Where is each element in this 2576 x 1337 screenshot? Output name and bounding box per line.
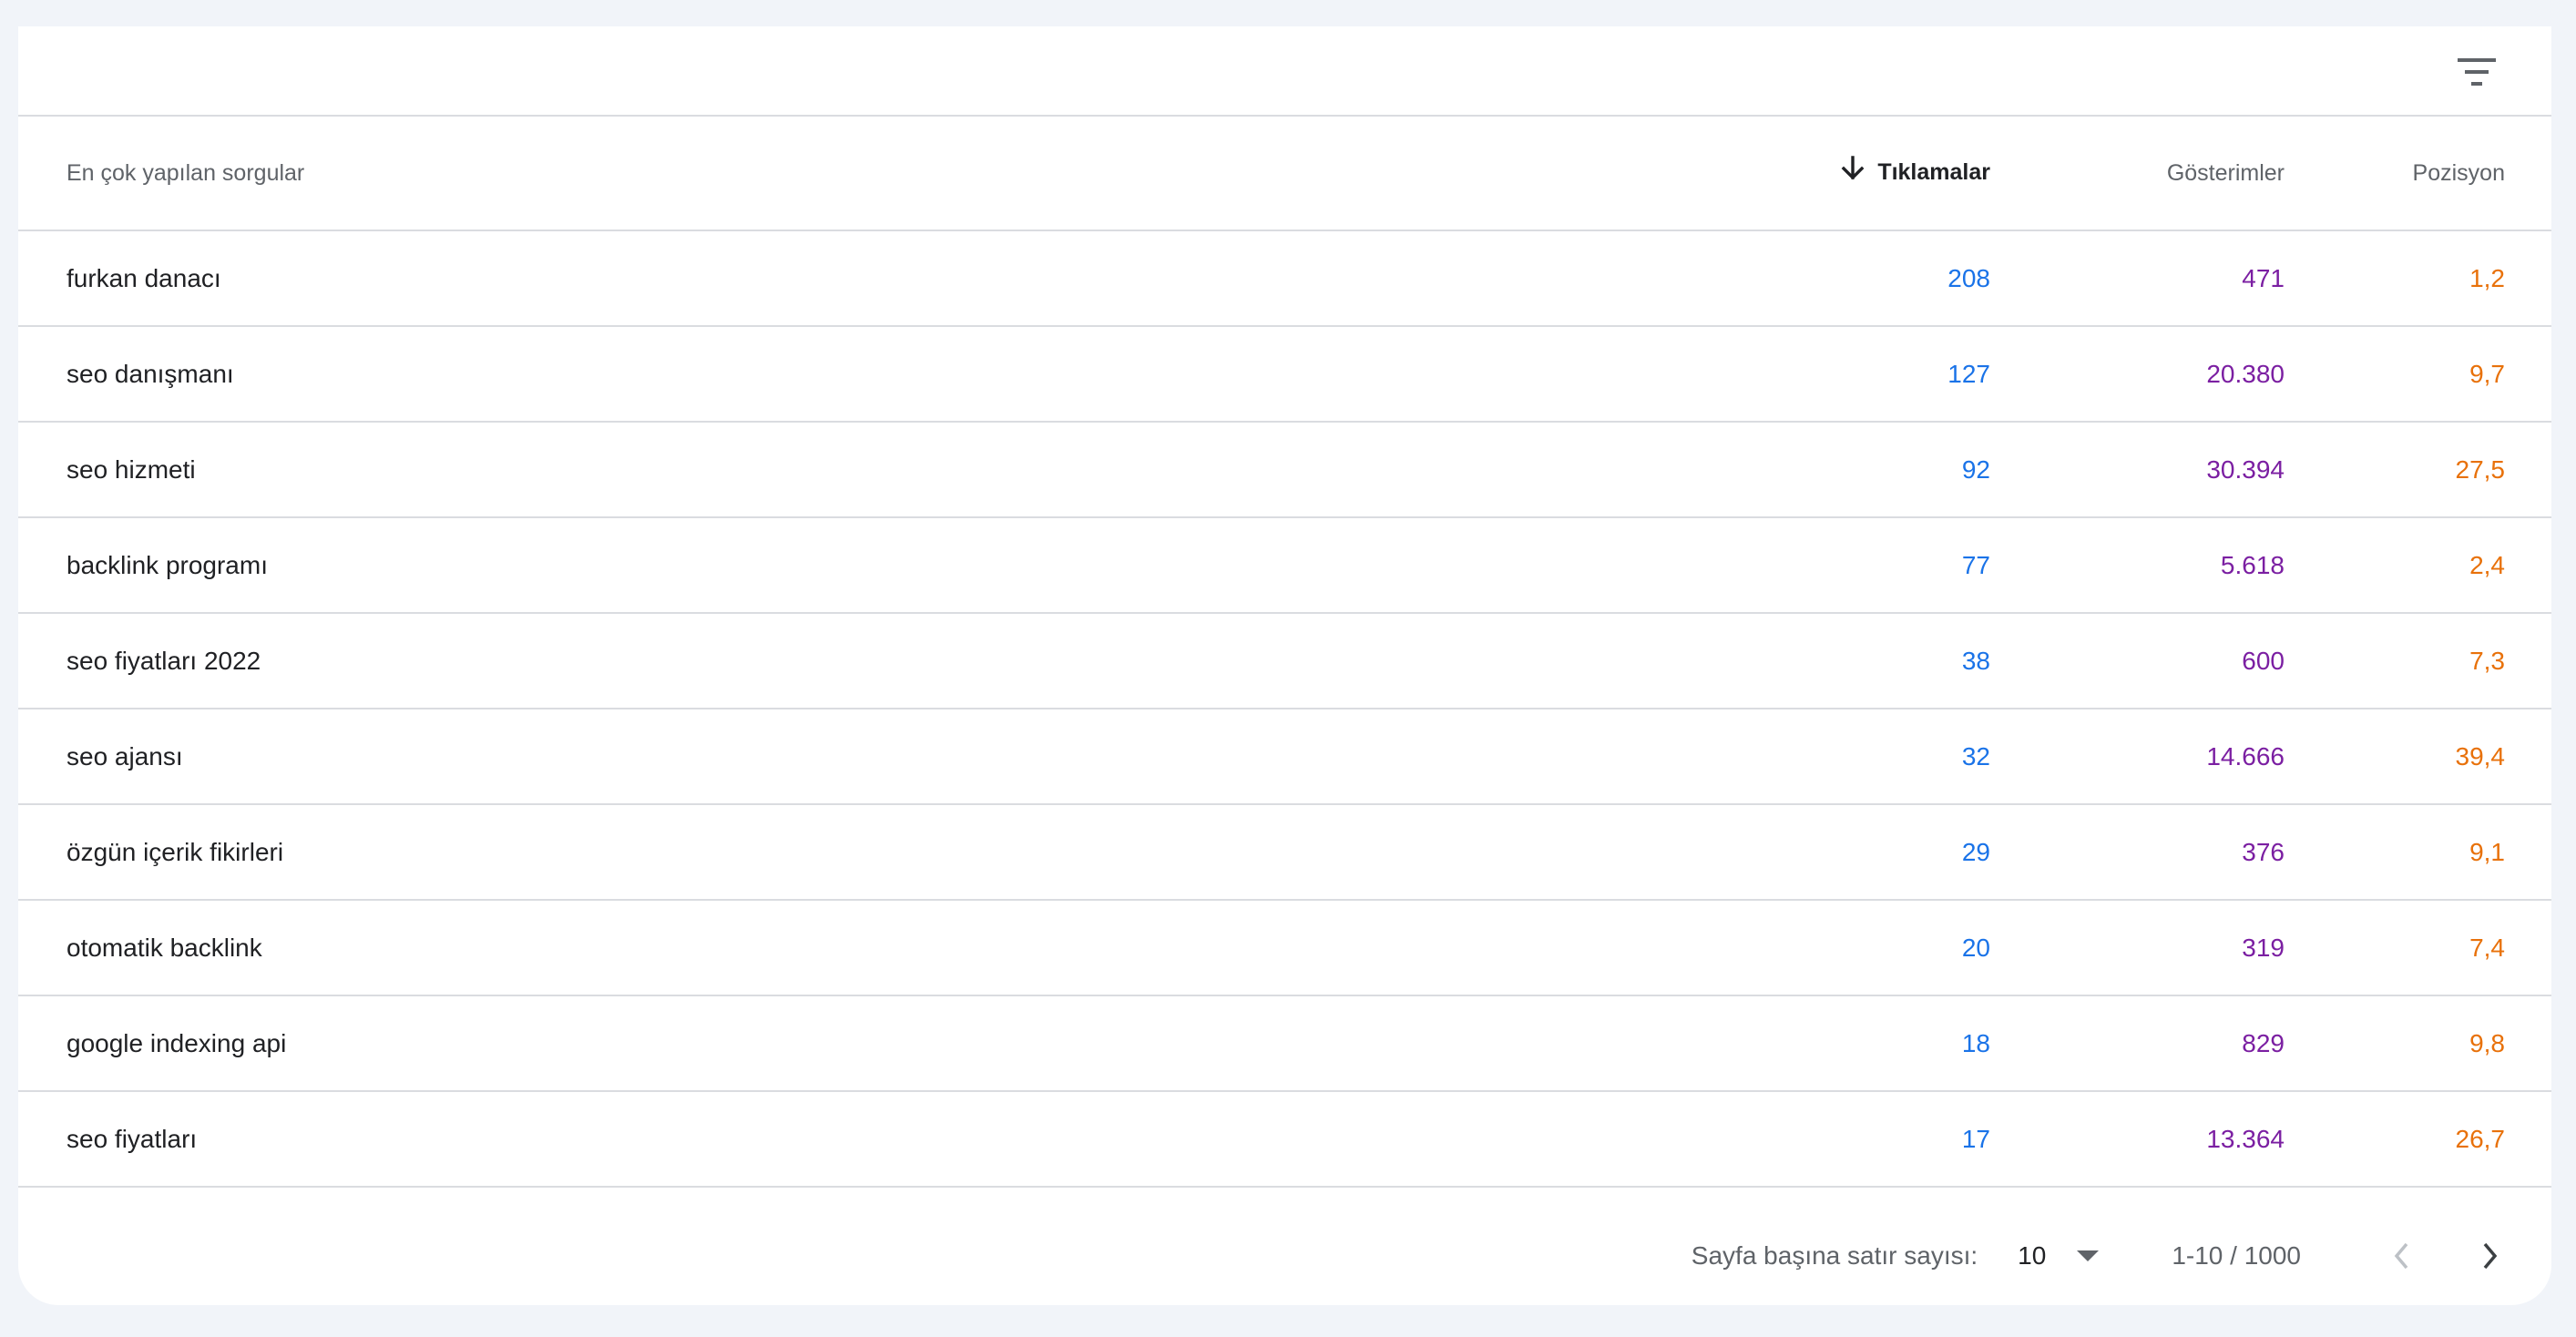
table-toolbar — [18, 26, 2551, 117]
position-cell: 39,4 — [2455, 741, 2506, 771]
query-cell: otomatik backlink — [66, 933, 262, 962]
position-cell: 9,8 — [2469, 1028, 2505, 1057]
impressions-cell: 829 — [2242, 1028, 2285, 1057]
chevron-right-icon — [2483, 1242, 2498, 1270]
position-cell: 1,2 — [2469, 263, 2505, 292]
filter-button[interactable] — [2448, 43, 2506, 101]
clicks-cell: 38 — [1961, 646, 1990, 675]
rows-per-page-value: 10 — [2018, 1241, 2047, 1270]
impressions-cell: 14.666 — [2206, 741, 2285, 771]
column-header-clicks[interactable]: Tıklamalar — [1690, 117, 1990, 230]
query-cell: seo hizmeti — [66, 454, 196, 484]
pagination-range: 1-10 / 1000 — [2172, 1241, 2301, 1270]
table-row[interactable]: furkan danacı 208 471 1,2 — [18, 230, 2551, 326]
rows-per-page-select[interactable]: 10 — [2018, 1241, 2100, 1271]
query-cell: seo fiyatları 2022 — [66, 646, 261, 675]
position-cell: 2,4 — [2469, 550, 2505, 579]
chevron-left-icon — [2394, 1242, 2408, 1270]
table-row[interactable]: seo ajansı 32 14.666 39,4 — [18, 709, 2551, 804]
table-row[interactable]: google indexing api 18 829 9,8 — [18, 995, 2551, 1091]
query-cell: seo danışmanı — [66, 359, 234, 388]
next-page-button[interactable] — [2461, 1227, 2520, 1285]
query-cell: furkan danacı — [66, 263, 221, 292]
impressions-cell: 471 — [2242, 263, 2285, 292]
column-header-clicks-label: Tıklamalar — [1877, 158, 1990, 185]
column-header-impressions[interactable]: Gösterimler — [1990, 117, 2285, 230]
column-header-query[interactable]: En çok yapılan sorgular — [18, 117, 1690, 230]
clicks-cell: 92 — [1961, 454, 1990, 484]
table-row[interactable]: seo danışmanı 127 20.380 9,7 — [18, 326, 2551, 422]
table-row[interactable]: otomatik backlink 20 319 7,4 — [18, 900, 2551, 995]
impressions-cell: 13.364 — [2206, 1124, 2285, 1153]
position-cell: 7,4 — [2469, 933, 2505, 962]
clicks-cell: 127 — [1947, 359, 1990, 388]
clicks-cell: 29 — [1961, 837, 1990, 866]
table-row[interactable]: seo fiyatları 17 13.364 26,7 — [18, 1091, 2551, 1187]
position-cell: 26,7 — [2455, 1124, 2506, 1153]
query-cell: backlink programı — [66, 550, 268, 579]
clicks-cell: 32 — [1961, 741, 1990, 771]
query-cell: özgün içerik fikirleri — [66, 837, 284, 866]
position-cell: 27,5 — [2455, 454, 2506, 484]
column-header-position[interactable]: Pozisyon — [2285, 117, 2551, 230]
impressions-cell: 20.380 — [2206, 359, 2285, 388]
impressions-cell: 319 — [2242, 933, 2285, 962]
table-row[interactable]: seo fiyatları 2022 38 600 7,3 — [18, 613, 2551, 709]
clicks-cell: 18 — [1961, 1028, 1990, 1057]
impressions-cell: 376 — [2242, 837, 2285, 866]
table-row[interactable]: özgün içerik fikirleri 29 376 9,1 — [18, 804, 2551, 900]
arrow-down-icon — [1841, 155, 1865, 188]
impressions-cell: 30.394 — [2206, 454, 2285, 484]
query-cell: seo fiyatları — [66, 1124, 198, 1153]
query-cell: google indexing api — [66, 1028, 287, 1057]
clicks-cell: 208 — [1947, 263, 1990, 292]
impressions-cell: 5.618 — [2220, 550, 2285, 579]
clicks-cell: 17 — [1961, 1124, 1990, 1153]
dropdown-triangle-icon — [2077, 1250, 2100, 1261]
table-row[interactable]: backlink programı 77 5.618 2,4 — [18, 517, 2551, 613]
pagination-bar: Sayfa başına satır sayısı: 10 1-10 / 100… — [18, 1219, 2551, 1293]
previous-page-button[interactable] — [2372, 1227, 2430, 1285]
queries-table: En çok yapılan sorgular Tıklamalar Göste… — [18, 117, 2551, 1188]
table-header-row: En çok yapılan sorgular Tıklamalar Göste… — [18, 117, 2551, 230]
position-cell: 9,7 — [2469, 359, 2505, 388]
clicks-cell: 77 — [1961, 550, 1990, 579]
table-row[interactable]: seo hizmeti 92 30.394 27,5 — [18, 422, 2551, 517]
queries-card: En çok yapılan sorgular Tıklamalar Göste… — [18, 26, 2551, 1305]
position-cell: 9,1 — [2469, 837, 2505, 866]
impressions-cell: 600 — [2242, 646, 2285, 675]
clicks-cell: 20 — [1961, 933, 1990, 962]
query-cell: seo ajansı — [66, 741, 183, 771]
position-cell: 7,3 — [2469, 646, 2505, 675]
filter-icon — [2458, 58, 2496, 86]
rows-per-page-label: Sayfa başına satır sayısı: — [1691, 1241, 1978, 1270]
